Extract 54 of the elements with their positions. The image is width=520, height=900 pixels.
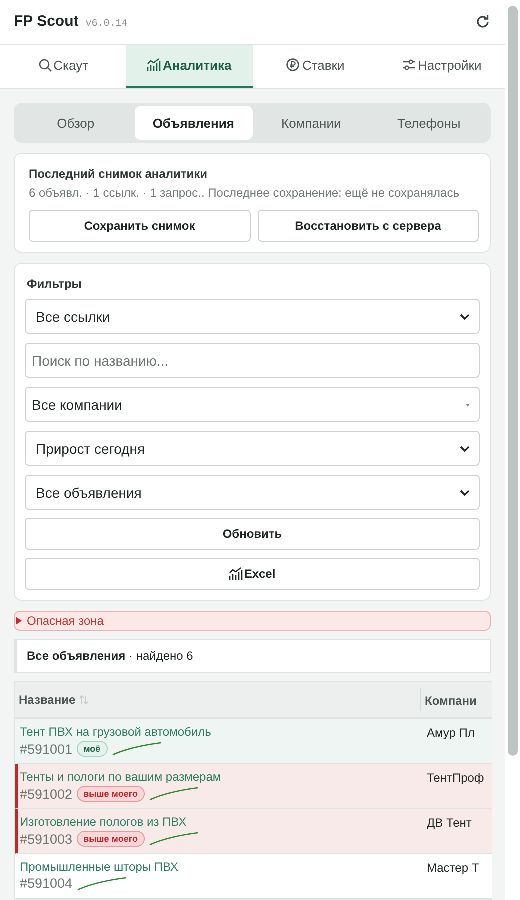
sliders-icon	[402, 58, 416, 72]
status-badge: выше моего	[76, 831, 145, 847]
select-field[interactable]: Все ссылки	[25, 299, 480, 334]
sparkline	[148, 787, 199, 801]
status-badge: выше моего	[76, 786, 145, 802]
nav-tab[interactable]: Скаут	[0, 44, 126, 88]
select-field[interactable]: Прирост сегодня	[25, 431, 480, 466]
listing-id: #591001	[20, 742, 73, 756]
listing-link[interactable]: Тенты и пологи по вашим размерам	[20, 770, 222, 784]
chart-icon	[146, 58, 161, 72]
card-title: Фильтры	[26, 277, 84, 291]
column-header[interactable]: Компани	[425, 694, 477, 708]
nav-tab[interactable]: Ставки	[252, 44, 379, 88]
select-field[interactable]: Все компании	[25, 387, 480, 422]
nav-tab[interactable]: Аналитика	[126, 44, 252, 88]
export-button[interactable]: Excel	[25, 558, 480, 590]
refresh-icon[interactable]	[475, 14, 491, 30]
company-name: ДВ Тент	[427, 816, 472, 830]
search-icon	[38, 58, 52, 72]
search-field[interactable]: Поиск по названию...	[25, 343, 480, 378]
sub-tab[interactable]: Телефоны	[370, 106, 488, 140]
scrollbar-thumb[interactable]	[508, 6, 518, 756]
action-button[interactable]: Сохранить снимок	[29, 210, 250, 242]
nav-tab[interactable]: Настройки	[378, 44, 505, 88]
listing-id: #591004	[20, 876, 73, 891]
company-name: Амур Пл	[427, 726, 475, 740]
select-field[interactable]: Все объявления	[25, 475, 480, 510]
card-title: Последний снимок аналитики	[29, 167, 208, 181]
caret-icon	[465, 402, 471, 408]
sparkline	[148, 832, 199, 846]
sub-tab[interactable]: Объявления	[134, 106, 252, 140]
listing-link[interactable]: Промышленные шторы ПВХ	[20, 860, 178, 874]
version-label: v6.0.14	[86, 19, 128, 30]
column-header[interactable]: Название	[19, 692, 76, 706]
action-button[interactable]: Восстановить с сервера	[258, 210, 479, 242]
danger-zone-toggle[interactable]: Опасная зона	[14, 611, 491, 631]
results-summary: Все объявления · найдено 6	[27, 649, 194, 663]
company-name: ТентПроф	[427, 771, 484, 785]
listing-link[interactable]: Тент ПВХ на грузовой автомобиль	[20, 725, 212, 739]
snapshot-summary: 6 объявл. · 1 ссылк. · 1 запрос.. Последнее сохранение: ещё не сохранялась	[29, 186, 460, 200]
triangle-icon	[15, 617, 23, 625]
refresh-button[interactable]: Обновить	[25, 518, 480, 550]
sub-tab[interactable]: Компании	[252, 106, 370, 140]
sub-tab[interactable]: Обзор	[17, 106, 135, 140]
listing-id: #591002	[20, 786, 73, 802]
app-title: FP Scout	[14, 13, 79, 30]
company-name: Мастер Т	[427, 861, 480, 875]
listing-id: #591003	[20, 832, 73, 846]
status-badge: моё	[76, 741, 108, 757]
sparkline	[112, 742, 162, 756]
listing-link[interactable]: Изготовление пологов из ПВХ	[20, 815, 187, 829]
chart-icon	[229, 567, 244, 581]
coin-icon	[286, 58, 300, 72]
sparkline	[76, 876, 127, 890]
